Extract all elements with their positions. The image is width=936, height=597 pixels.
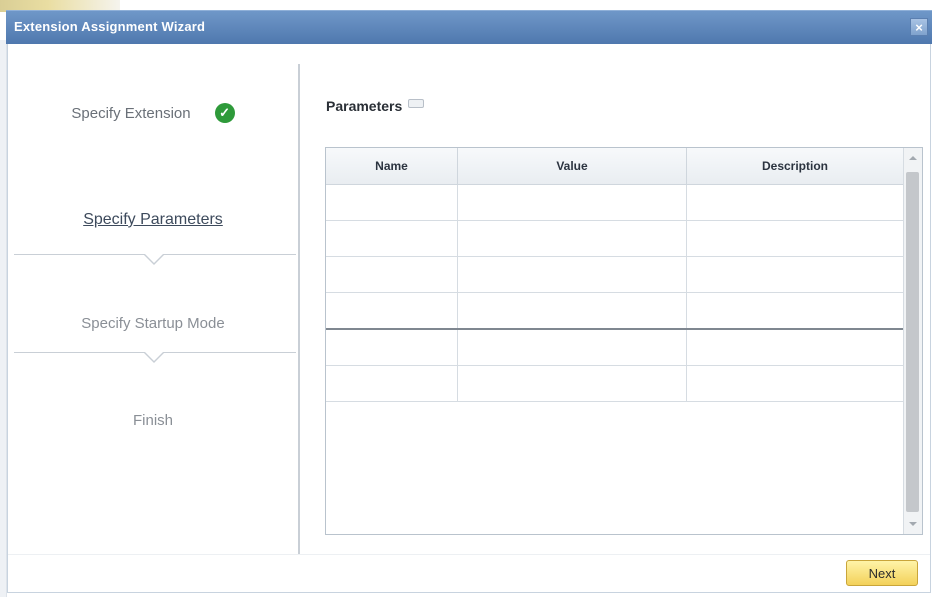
table-cell[interactable] <box>457 292 687 330</box>
wizard-page: Extension Assignment Wizard × Specify Ex… <box>0 0 936 597</box>
scroll-up-icon[interactable] <box>909 156 917 160</box>
table-cell[interactable] <box>457 220 687 257</box>
step-arrow <box>144 254 164 265</box>
table-cell[interactable] <box>686 220 904 257</box>
dialog-titlebar[interactable]: Extension Assignment Wizard × <box>6 10 932 44</box>
scroll-down-icon[interactable] <box>909 522 917 526</box>
step-label: Specify Startup Mode <box>81 314 225 332</box>
step-label: Finish <box>132 411 173 429</box>
table-row[interactable] <box>326 220 904 257</box>
close-icon[interactable]: × <box>910 18 928 36</box>
steps-separator <box>298 64 300 554</box>
table-row[interactable] <box>326 329 904 366</box>
background-edge <box>0 40 7 597</box>
parameters-grid: Name Value Description <box>326 148 904 402</box>
step-arrow <box>144 352 164 363</box>
table-cell[interactable] <box>686 184 904 221</box>
table-header-row: Name Value Description <box>326 148 904 185</box>
check-icon: ✓ <box>214 103 235 123</box>
wizard-steps: Specify Extension ✓ Specify Parameters S… <box>8 44 298 554</box>
table-cell[interactable] <box>326 329 458 366</box>
table-cell[interactable] <box>326 184 458 221</box>
vertical-scrollbar[interactable] <box>903 148 922 534</box>
parameters-table: Name Value Description <box>325 147 923 535</box>
step-finish[interactable]: Finish <box>8 371 298 469</box>
table-cell[interactable] <box>457 184 687 221</box>
column-header-name[interactable]: Name <box>326 148 458 185</box>
table-row[interactable] <box>326 256 904 293</box>
step-label: Specify Parameters <box>83 211 223 228</box>
dialog-title: Extension Assignment Wizard <box>14 19 206 34</box>
table-cell[interactable] <box>326 365 458 402</box>
footer-divider <box>8 554 930 555</box>
table-cell[interactable] <box>457 365 687 402</box>
dialog-body: Specify Extension ✓ Specify Parameters S… <box>7 44 931 593</box>
table-row[interactable] <box>326 184 904 221</box>
table-cell[interactable] <box>686 256 904 293</box>
column-header-value[interactable]: Value <box>457 148 687 185</box>
table-row[interactable] <box>326 292 904 330</box>
step-specify-extension[interactable]: Specify Extension ✓ <box>8 64 298 162</box>
table-cell[interactable] <box>326 292 458 330</box>
table-cell[interactable] <box>686 329 904 366</box>
help-icon[interactable] <box>408 98 425 108</box>
table-row[interactable] <box>326 365 904 402</box>
parameters-title: Parameters <box>326 98 403 114</box>
table-cell[interactable] <box>457 256 687 293</box>
scroll-thumb[interactable] <box>906 172 919 512</box>
table-cell[interactable] <box>326 256 458 293</box>
parameters-header: Parameters <box>326 98 425 114</box>
table-cell[interactable] <box>686 365 904 402</box>
table-cell[interactable] <box>326 220 458 257</box>
next-button[interactable]: Next <box>846 560 918 586</box>
step-label: Specify Extension <box>71 104 191 122</box>
column-header-description[interactable]: Description <box>686 148 904 185</box>
table-cell[interactable] <box>457 329 687 366</box>
table-cell[interactable] <box>686 292 904 330</box>
